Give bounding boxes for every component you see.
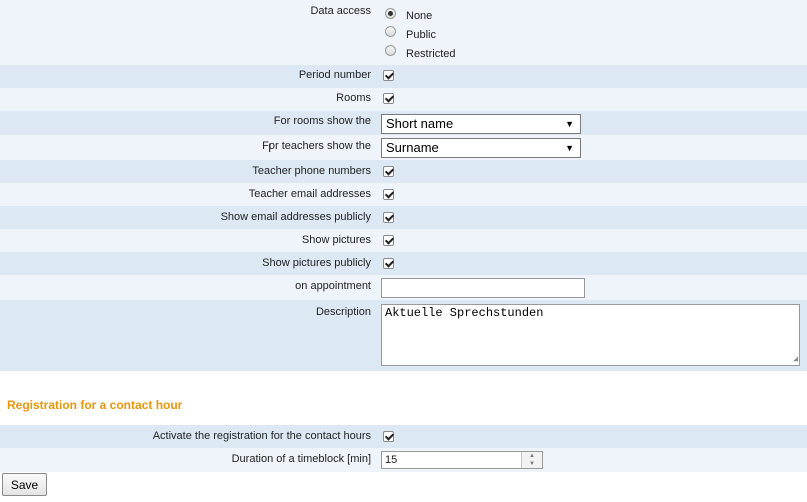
radio-none-label: None bbox=[406, 10, 433, 22]
for-rooms-select[interactable]: Short name ▼ bbox=[381, 114, 581, 134]
teacher-phone-label: Teacher phone numbers bbox=[252, 165, 371, 177]
radio-none[interactable] bbox=[385, 8, 396, 19]
text-cursor-icon: I bbox=[268, 141, 272, 155]
duration-value: 15 bbox=[385, 454, 398, 466]
show-pictures-label: Show pictures bbox=[301, 234, 371, 246]
period-number-label: Period number bbox=[298, 69, 371, 81]
email-public-label: Show email addresses publicly bbox=[220, 211, 371, 223]
email-public-checkbox[interactable] bbox=[383, 212, 394, 223]
description-textarea[interactable]: Aktuelle Sprechstunden ◢ bbox=[381, 304, 800, 366]
data-access-label: Data access bbox=[310, 5, 371, 17]
description-text: Aktuelle Sprechstunden bbox=[385, 306, 544, 320]
activate-registration-checkbox[interactable] bbox=[383, 431, 394, 442]
for-teachers-row: For teachers show the Surname ▼ bbox=[0, 135, 807, 160]
for-rooms-value: Short name bbox=[386, 116, 454, 131]
for-rooms-row: For rooms show the Short name ▼ bbox=[0, 111, 807, 135]
duration-spinner[interactable]: 15 ▲ ▼ bbox=[381, 451, 543, 469]
rooms-checkbox[interactable] bbox=[383, 93, 394, 104]
description-label: Description bbox=[315, 306, 371, 318]
dropdown-arrow-icon: ▼ bbox=[565, 143, 574, 153]
teacher-phone-checkbox[interactable] bbox=[383, 166, 394, 177]
data-access-row: Data access None Public Restricted bbox=[0, 0, 807, 65]
for-teachers-value: Surname bbox=[386, 140, 439, 155]
on-appointment-input[interactable] bbox=[381, 278, 585, 298]
spinner-up-icon[interactable]: ▲ bbox=[529, 453, 535, 459]
radio-restricted[interactable] bbox=[385, 45, 396, 56]
pictures-public-row: Show pictures publicly bbox=[0, 252, 807, 275]
registration-section-title: Registration for a contact hour bbox=[7, 398, 183, 412]
radio-public[interactable] bbox=[385, 26, 396, 37]
rooms-row: Rooms bbox=[0, 88, 807, 111]
rooms-label: Rooms bbox=[336, 92, 371, 104]
for-teachers-select[interactable]: Surname ▼ bbox=[381, 138, 581, 158]
radio-restricted-label: Restricted bbox=[406, 48, 456, 60]
activate-registration-label: Activate the registration for the contac… bbox=[152, 430, 371, 442]
show-pictures-checkbox[interactable] bbox=[383, 235, 394, 246]
teacher-email-row: Teacher email addresses bbox=[0, 183, 807, 206]
period-number-row: Period number bbox=[0, 65, 807, 88]
spinner-buttons[interactable]: ▲ ▼ bbox=[521, 452, 542, 468]
period-number-checkbox[interactable] bbox=[383, 70, 394, 81]
save-button[interactable]: Save bbox=[2, 473, 47, 496]
teacher-phone-row: Teacher phone numbers bbox=[0, 160, 807, 183]
email-public-row: Show email addresses publicly bbox=[0, 206, 807, 229]
teacher-email-label: Teacher email addresses bbox=[248, 188, 371, 200]
pictures-public-label: Show pictures publicly bbox=[262, 257, 371, 269]
on-appointment-label: on appointment bbox=[295, 280, 371, 292]
spinner-down-icon[interactable]: ▼ bbox=[529, 461, 535, 467]
for-rooms-label: For rooms show the bbox=[273, 115, 371, 127]
activate-registration-row: Activate the registration for the contac… bbox=[0, 425, 807, 448]
show-pictures-row: Show pictures bbox=[0, 229, 807, 252]
on-appointment-row: on appointment bbox=[0, 275, 807, 300]
for-teachers-label: For teachers show the bbox=[262, 140, 371, 152]
pictures-public-checkbox[interactable] bbox=[383, 258, 394, 269]
duration-label: Duration of a timeblock [min] bbox=[231, 453, 371, 465]
teacher-email-checkbox[interactable] bbox=[383, 189, 394, 200]
resize-grip-icon[interactable]: ◢ bbox=[793, 354, 798, 364]
radio-public-label: Public bbox=[406, 29, 436, 41]
dropdown-arrow-icon: ▼ bbox=[565, 119, 574, 129]
